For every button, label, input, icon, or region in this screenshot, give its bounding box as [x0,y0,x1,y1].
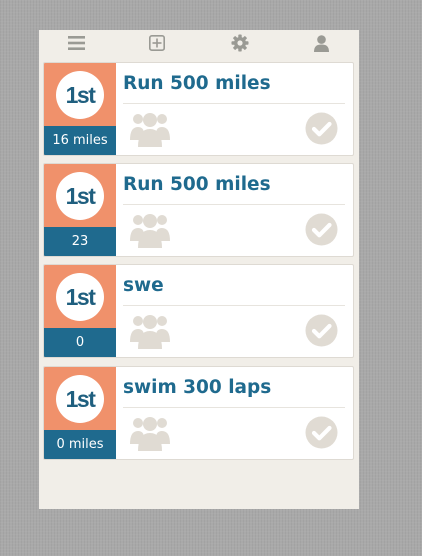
divider [123,305,345,306]
distance-label: 16 miles [44,126,116,155]
divider [123,204,345,205]
divider [123,407,345,408]
add-challenge-button[interactable] [137,30,177,56]
rank-badge: 1st 0 [44,265,116,357]
rank-badge: 1st 0 miles [44,367,116,459]
challenge-title[interactable]: swe [123,275,164,296]
challenge-card[interactable]: 1st 16 miles Run 500 miles [43,62,354,156]
check-circle-icon[interactable] [305,416,338,449]
settings-button[interactable] [220,30,260,56]
check-circle-icon[interactable] [305,112,338,145]
rank-medal: 1st [56,273,104,321]
challenge-title[interactable]: Run 500 miles [123,174,271,195]
group-icon[interactable] [129,211,171,249]
divider [123,103,345,104]
challenge-card[interactable]: 1st 23 Run 500 miles [43,163,354,257]
distance-label: 0 miles [44,430,116,459]
challenge-card[interactable]: 1st 0 miles swim 300 laps [43,366,354,460]
group-icon[interactable] [129,110,171,148]
top-toolbar [39,30,359,58]
check-circle-icon[interactable] [305,213,338,246]
add-square-icon [149,35,165,51]
menu-button[interactable] [56,30,96,56]
distance-label: 23 [44,227,116,256]
rank-badge: 1st 16 miles [44,63,116,155]
group-icon[interactable] [129,414,171,452]
challenge-card[interactable]: 1st 0 swe [43,264,354,358]
rank-medal: 1st [56,71,104,119]
profile-button[interactable] [301,30,341,56]
rank-medal: 1st [56,172,104,220]
challenge-title[interactable]: Run 500 miles [123,73,271,94]
menu-icon [67,36,85,50]
group-icon[interactable] [129,312,171,350]
distance-label: 0 [44,328,116,357]
rank-medal: 1st [56,375,104,423]
user-icon [313,34,329,52]
check-circle-icon[interactable] [305,314,338,347]
gear-icon [231,34,249,52]
rank-badge: 1st 23 [44,164,116,256]
app-panel: 1st 16 miles Run 500 miles 1st 23 Run 50… [39,30,359,509]
challenge-title[interactable]: swim 300 laps [123,377,271,398]
